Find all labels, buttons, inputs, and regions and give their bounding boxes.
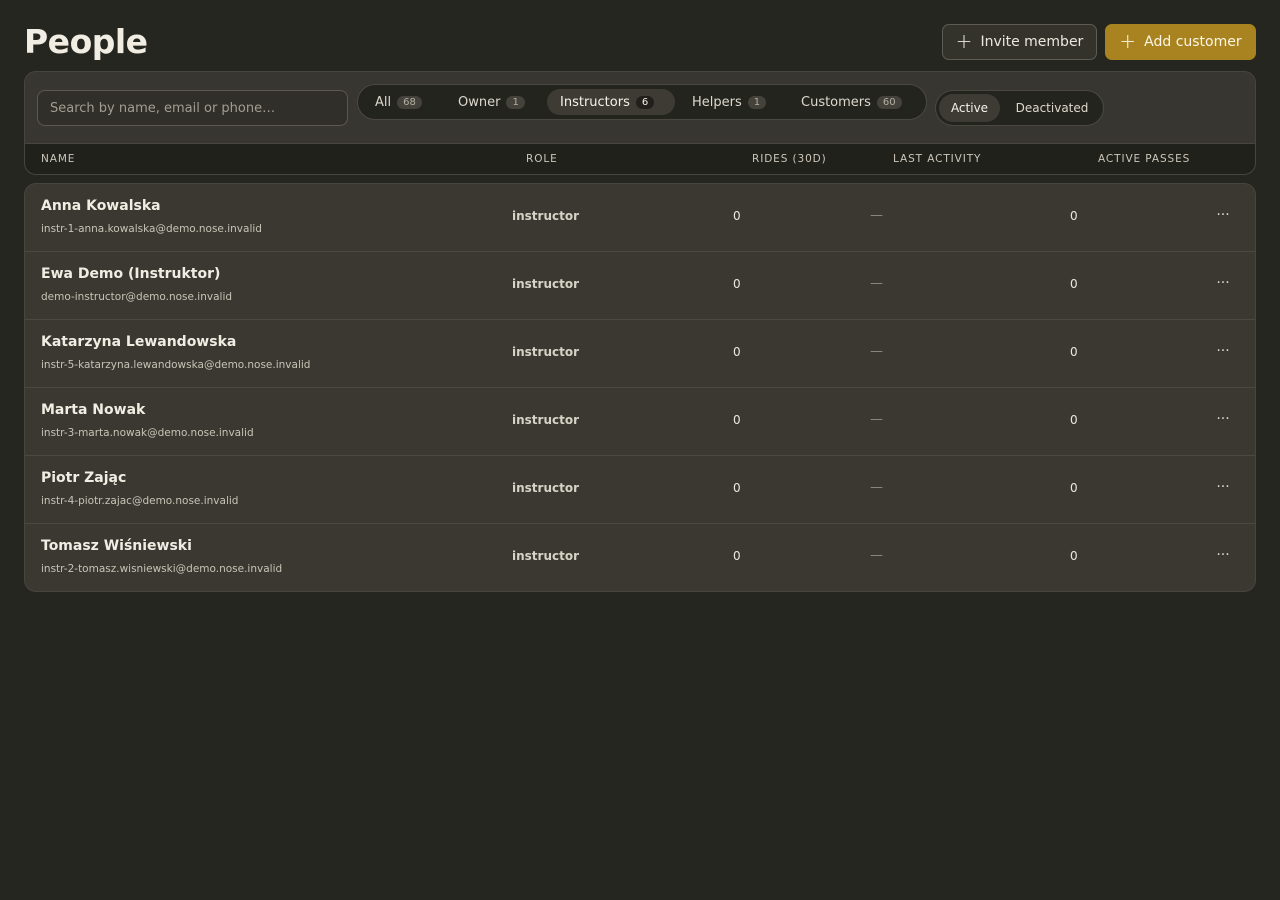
tab-count-badge: 60 xyxy=(876,95,902,109)
search-input[interactable] xyxy=(37,90,348,126)
column-header-name[interactable]: NAME xyxy=(41,153,75,165)
tab-all[interactable]: All 68 xyxy=(362,89,432,115)
tab-label: Helpers xyxy=(692,94,742,110)
add-customer-button[interactable]: + Add customer xyxy=(1105,24,1256,60)
person-role: instructor xyxy=(512,277,580,291)
column-header-active-passes[interactable]: ACTIVE PASSES xyxy=(1098,153,1190,165)
rides-count: 0 xyxy=(733,481,741,495)
person-role: instructor xyxy=(512,209,580,223)
more-options-icon[interactable]: ··· xyxy=(1213,476,1233,498)
tab-label: Instructors xyxy=(560,94,630,110)
person-role: instructor xyxy=(512,413,580,427)
last-activity: — xyxy=(870,344,883,359)
person-name: Piotr Zając xyxy=(41,470,127,486)
active-passes-count: 0 xyxy=(1070,481,1078,495)
tab-count-badge: 1 xyxy=(747,95,767,109)
last-activity: — xyxy=(870,412,883,427)
role-tabs: All 68 Owner 1 Instructors 6 Helpers 1 C… xyxy=(357,84,927,120)
more-options-icon[interactable]: ··· xyxy=(1213,408,1233,430)
active-passes-count: 0 xyxy=(1070,413,1078,427)
rides-count: 0 xyxy=(733,413,741,427)
table-row[interactable]: Marta Nowak instr-3-marta.nowak@demo.nos… xyxy=(25,388,1255,456)
tab-instructors[interactable]: Instructors 6 xyxy=(547,89,675,115)
rides-count: 0 xyxy=(733,277,741,291)
person-name: Anna Kowalska xyxy=(41,198,161,214)
tab-count-badge: 1 xyxy=(506,95,525,109)
active-passes-count: 0 xyxy=(1070,345,1078,359)
more-options-icon[interactable]: ··· xyxy=(1213,272,1233,294)
table-row[interactable]: Tomasz Wiśniewski instr-2-tomasz.wisniew… xyxy=(25,524,1255,591)
people-table: Anna Kowalska instr-1-anna.kowalska@demo… xyxy=(24,183,1256,592)
more-options-icon[interactable]: ··· xyxy=(1213,544,1233,566)
tab-count-badge: 68 xyxy=(397,95,422,109)
plus-icon: + xyxy=(955,29,973,53)
person-name: Katarzyna Lewandowska xyxy=(41,334,237,350)
tab-owner[interactable]: Owner 1 xyxy=(445,89,537,115)
column-header-rides[interactable]: RIDES (30D) xyxy=(752,153,827,165)
person-name: Marta Nowak xyxy=(41,402,146,418)
active-passes-count: 0 xyxy=(1070,277,1078,291)
tab-customers[interactable]: Customers 60 xyxy=(788,89,922,115)
more-options-icon[interactable]: ··· xyxy=(1213,204,1233,226)
active-passes-count: 0 xyxy=(1070,209,1078,223)
table-row[interactable]: Katarzyna Lewandowska instr-5-katarzyna.… xyxy=(25,320,1255,388)
rides-count: 0 xyxy=(733,345,741,359)
filter-panel: All 68 Owner 1 Instructors 6 Helpers 1 C… xyxy=(24,71,1256,175)
person-email: instr-1-anna.kowalska@demo.nose.invalid xyxy=(41,223,262,235)
person-role: instructor xyxy=(512,549,580,563)
status-toggle: Active Deactivated xyxy=(935,90,1104,126)
table-row[interactable]: Ewa Demo (Instruktor) demo-instructor@de… xyxy=(25,252,1255,320)
table-header: NAME ROLE RIDES (30D) LAST ACTIVITY ACTI… xyxy=(25,143,1255,174)
invite-member-label: Invite member xyxy=(980,34,1084,50)
add-customer-label: Add customer xyxy=(1144,34,1242,50)
person-email: demo-instructor@demo.nose.invalid xyxy=(41,291,233,303)
plus-icon: + xyxy=(1119,29,1137,53)
person-role: instructor xyxy=(512,345,580,359)
person-name: Ewa Demo (Instruktor) xyxy=(41,266,221,282)
more-options-icon[interactable]: ··· xyxy=(1213,340,1233,362)
person-email: instr-5-katarzyna.lewandowska@demo.nose.… xyxy=(41,359,311,371)
last-activity: — xyxy=(870,548,883,563)
page-title: People xyxy=(24,22,148,61)
person-email: instr-3-marta.nowak@demo.nose.invalid xyxy=(41,427,254,439)
last-activity: — xyxy=(870,208,883,223)
rides-count: 0 xyxy=(733,549,741,563)
tab-label: All xyxy=(375,94,392,110)
rides-count: 0 xyxy=(733,209,741,223)
person-email: instr-4-piotr.zajac@demo.nose.invalid xyxy=(41,495,239,507)
tab-label: Owner xyxy=(458,94,501,110)
tab-label: Customers xyxy=(801,94,871,110)
column-header-role[interactable]: ROLE xyxy=(526,153,558,165)
table-row[interactable]: Piotr Zając instr-4-piotr.zajac@demo.nos… xyxy=(25,456,1255,524)
tab-helpers[interactable]: Helpers 1 xyxy=(679,89,782,115)
tab-count-badge: 6 xyxy=(635,95,655,109)
table-row[interactable]: Anna Kowalska instr-1-anna.kowalska@demo… xyxy=(25,184,1255,252)
invite-member-button[interactable]: + Invite member xyxy=(942,24,1097,60)
status-active-button[interactable]: Active xyxy=(939,94,1000,122)
person-email: instr-2-tomasz.wisniewski@demo.nose.inva… xyxy=(41,563,283,575)
last-activity: — xyxy=(870,480,883,495)
active-passes-count: 0 xyxy=(1070,549,1078,563)
person-role: instructor xyxy=(512,481,580,495)
person-name: Tomasz Wiśniewski xyxy=(41,538,192,554)
column-header-last-activity[interactable]: LAST ACTIVITY xyxy=(893,153,981,165)
status-deactivated-button[interactable]: Deactivated xyxy=(1004,94,1100,122)
last-activity: — xyxy=(870,276,883,291)
